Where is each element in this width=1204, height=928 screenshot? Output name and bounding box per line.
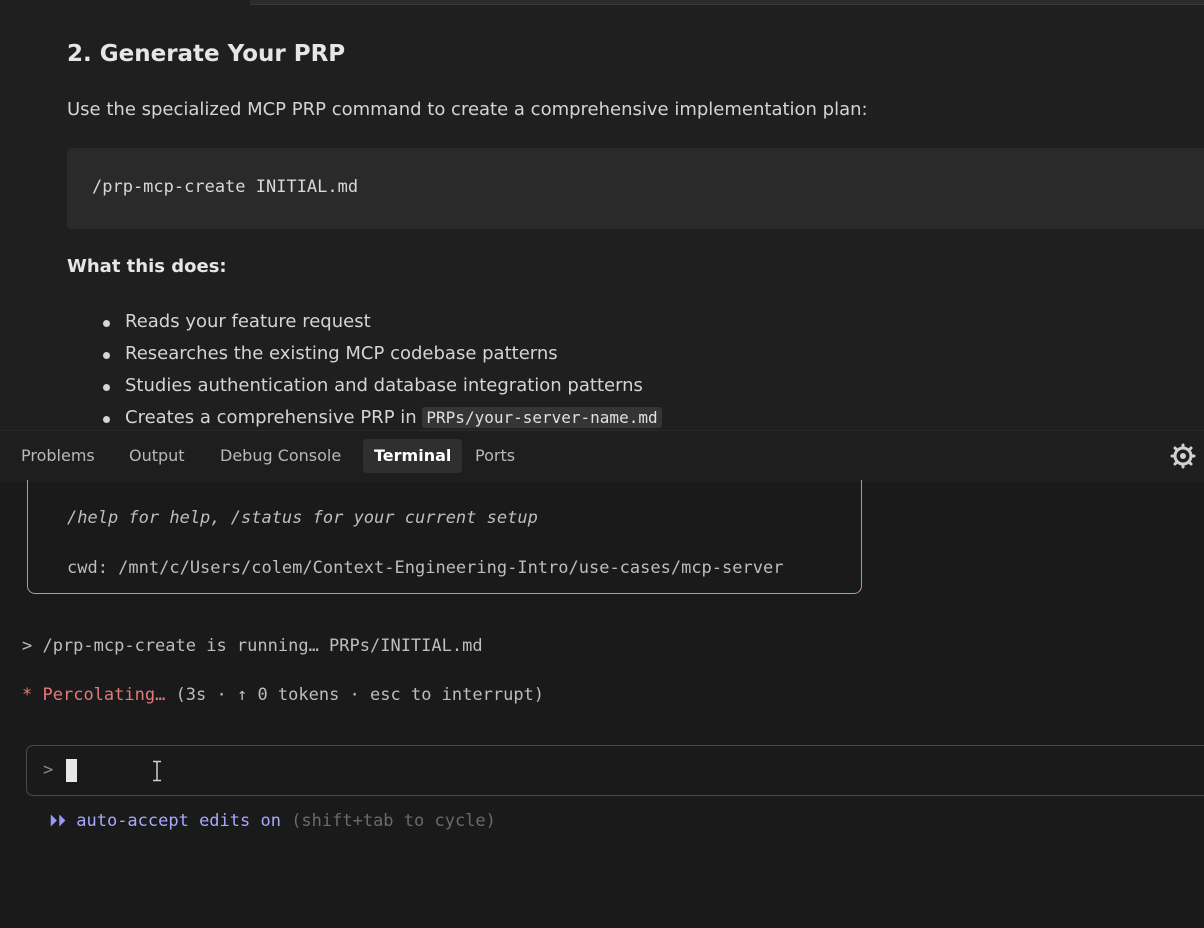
bullet-icon (103, 352, 110, 359)
prompt-input[interactable]: > (26, 745, 1204, 796)
help-line: /help for help, /status for your current… (67, 508, 538, 528)
list-item: Researches the existing MCP codebase pat… (100, 340, 662, 372)
what-this-does-heading: What this does: (67, 256, 227, 277)
inline-code-path: PRPs/your-server-name.md (422, 407, 662, 428)
mode-indicator: ⏵⏵ auto-accept edits on (shift+tab to cy… (49, 811, 496, 831)
status-line: * Percolating… (3s · ↑ 0 tokens · esc to… (22, 685, 544, 705)
intro-paragraph: Use the specialized MCP PRP command to c… (67, 99, 868, 120)
feature-list: Reads your feature request Researches th… (100, 308, 662, 430)
terminal-view[interactable]: /help for help, /status for your current… (0, 480, 1204, 928)
list-item: Creates a comprehensive PRP in PRPs/your… (100, 404, 662, 430)
tab-output[interactable]: Output (118, 439, 196, 473)
status-word: Percolating… (42, 685, 166, 705)
bullet-icon (103, 416, 110, 423)
status-detail: (3s · ↑ 0 tokens · esc to interrupt) (165, 685, 545, 705)
list-item-text: Studies authentication and database inte… (125, 375, 643, 396)
mode-hint: (shift+tab to cycle) (280, 811, 496, 831)
tab-problems[interactable]: Problems (10, 439, 106, 473)
tab-terminal[interactable]: Terminal (363, 439, 463, 473)
markdown-preview: 2. Generate Your PRP Use the specialized… (0, 0, 1204, 430)
text-cursor (66, 759, 77, 782)
list-item-text: Creates a comprehensive PRP in (125, 407, 423, 428)
tab-ports[interactable]: Ports (464, 439, 526, 473)
list-item-text: Reads your feature request (125, 311, 371, 332)
prompt-chevron-icon: > (43, 760, 54, 780)
tab-debug-console[interactable]: Debug Console (209, 439, 352, 473)
section-heading: 2. Generate Your PRP (67, 41, 346, 67)
cwd-line: cwd: /mnt/c/Users/colem/Context-Engineer… (67, 558, 784, 578)
welcome-box: /help for help, /status for your current… (27, 480, 862, 594)
code-block-text: /prp-mcp-create INITIAL.md (92, 177, 359, 197)
list-item: Reads your feature request (100, 308, 662, 340)
mode-text: auto-accept edits on (76, 811, 281, 831)
list-item-text: Researches the existing MCP codebase pat… (125, 343, 558, 364)
bullet-icon (103, 320, 110, 327)
fast-forward-icon: ⏵⏵ (49, 811, 66, 831)
code-block: /prp-mcp-create INITIAL.md (67, 148, 1204, 229)
ibeam-cursor-icon (153, 760, 161, 782)
spinner-icon: * (22, 685, 33, 705)
list-item: Studies authentication and database inte… (100, 372, 662, 404)
gear-icon[interactable] (1170, 443, 1196, 469)
top-divider (250, 0, 1204, 5)
bullet-icon (103, 384, 110, 391)
running-command-line: > /prp-mcp-create is running… PRPs/INITI… (22, 636, 483, 656)
panel-tab-bar: Problems Output Debug Console Terminal P… (0, 430, 1204, 483)
